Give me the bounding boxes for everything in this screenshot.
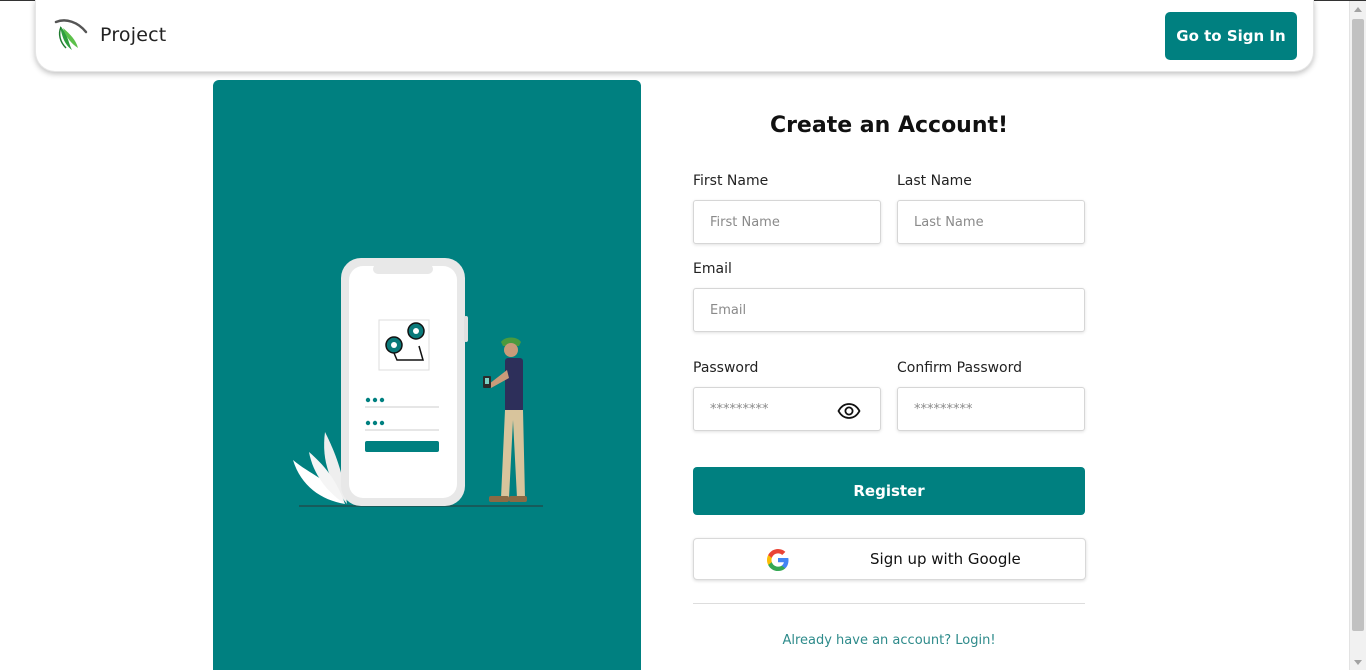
google-signup-button[interactable]: Sign up with Google (693, 538, 1086, 580)
google-icon (767, 549, 789, 571)
scroll-down-arrow[interactable] (1350, 654, 1366, 670)
form-title: Create an Account! (769, 113, 1009, 138)
google-signup-label: Sign up with Google (870, 550, 1021, 568)
feather-logo-icon (54, 19, 88, 50)
last-name-label: Last Name (897, 173, 972, 189)
scroll-up-arrow[interactable] (1350, 1, 1366, 18)
email-input[interactable] (693, 288, 1085, 332)
person-figure (483, 337, 527, 502)
email-label: Email (693, 261, 732, 277)
leaf-decoration-icon (293, 432, 347, 504)
phone-illustration (293, 258, 543, 507)
login-link[interactable]: Already have an account? Login! (693, 633, 1085, 648)
register-button[interactable]: Register (693, 467, 1085, 515)
top-navbar: Project Go to Sign In (35, 0, 1314, 72)
go-to-sign-in-button[interactable]: Go to Sign In (1165, 12, 1297, 60)
brand[interactable]: Project (52, 16, 166, 54)
register-form: Create an Account! (693, 113, 1085, 169)
vertical-scrollbar[interactable] (1349, 1, 1366, 670)
confirm-password-label: Confirm Password (897, 360, 1023, 376)
eye-icon[interactable] (837, 399, 861, 423)
last-name-input[interactable] (897, 200, 1085, 244)
first-name-input[interactable] (693, 200, 881, 244)
password-label: Password (693, 360, 759, 376)
divider (693, 603, 1085, 604)
illustration-panel (213, 80, 641, 670)
confirm-password-input[interactable] (897, 387, 1085, 431)
first-name-label: First Name (693, 173, 769, 189)
brand-name: Project (100, 24, 167, 46)
scrollbar-thumb[interactable] (1352, 19, 1364, 631)
